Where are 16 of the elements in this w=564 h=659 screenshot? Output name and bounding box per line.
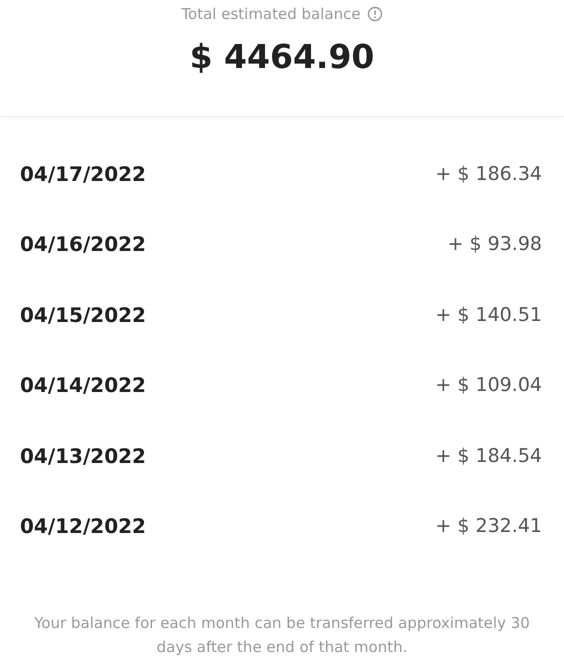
entry-date: 04/15/2022 [20,302,146,327]
entry-amount: + $ 232.41 [435,515,542,538]
entry-amount: + $ 109.04 [435,374,542,396]
info-icon[interactable] [366,6,383,22]
entry-amount: + $ 93.98 [448,233,542,256]
entry-date: 04/13/2022 [20,444,146,468]
entry-amount: + $ 186.34 [435,162,542,185]
entry-date: 04/16/2022 [20,232,146,256]
entry-amount: + $ 184.54 [435,444,542,467]
entry-date: 04/12/2022 [20,514,146,538]
entry-date: 04/14/2022 [20,373,146,398]
transfer-note: Your balance for each month can be transferred approximately 30 days after the end of that month. [33,613,531,658]
balance-label: Total estimated balance [181,5,361,23]
entry-amount: + $ 140.51 [435,304,542,326]
balance-amount: $ 4464.90 [190,37,374,76]
entry-date: 04/17/2022 [20,162,146,186]
